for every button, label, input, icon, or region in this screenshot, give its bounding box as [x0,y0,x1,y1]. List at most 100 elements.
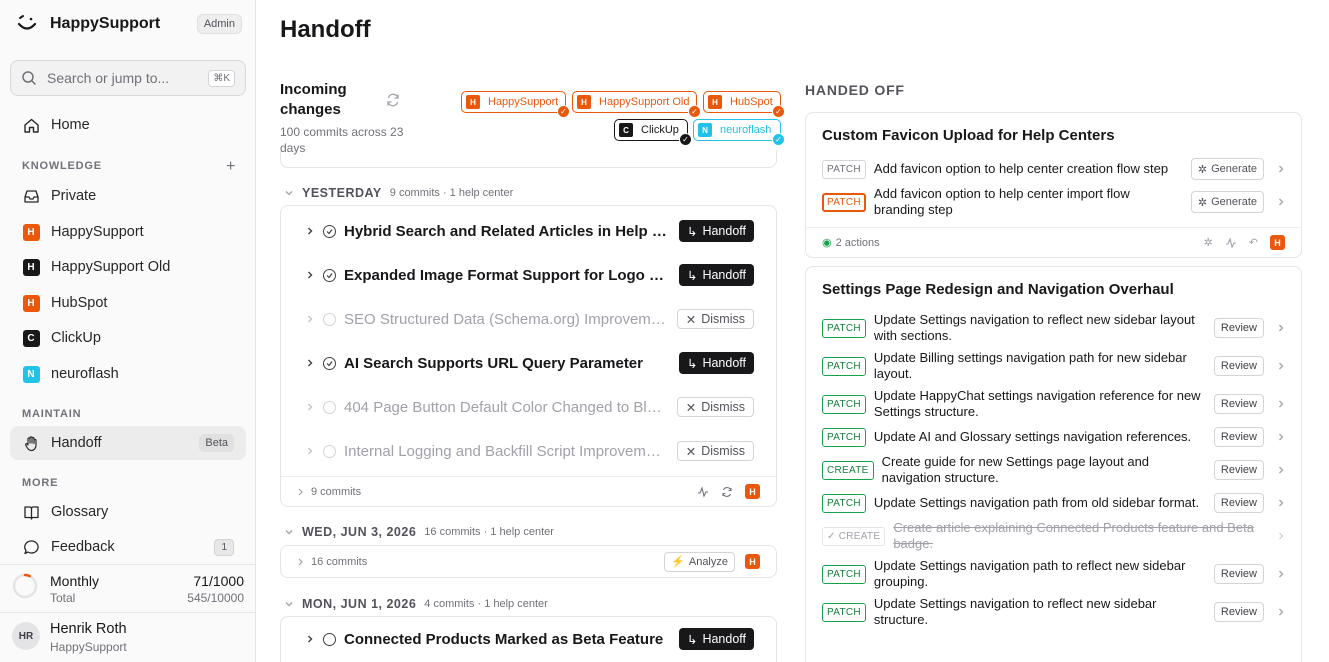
refresh-icon[interactable] [721,486,733,498]
review-button[interactable]: Review [1213,460,1264,480]
dismiss-button[interactable]: ✕ Dismiss [676,309,754,329]
sidebar-item-clickup[interactable]: C ClickUp [10,321,246,355]
chevron-right-icon[interactable] [1276,197,1286,207]
action-text: Update Settings navigation to reflect ne… [873,596,1157,627]
action-item[interactable]: PATCH Update AI and Glossary settings na… [822,427,1286,447]
sparkle-icon[interactable]: ✲ [1204,236,1213,249]
generate-button[interactable]: ✲ Generate [1190,191,1264,213]
happysupport-old-icon: H [577,95,591,109]
close-icon: ✕ [685,400,697,415]
circle-icon [323,400,336,414]
sidebar-item-happysupport-old[interactable]: H HappySupport Old [10,250,246,284]
handoff-button[interactable]: ↳ Handoff [678,628,754,650]
sidebar-item-label: HappySupport Old [51,259,171,275]
action-item[interactable]: PATCH Add favicon option to help center … [822,185,1286,219]
action-item[interactable]: PATCH Update Billing settings navigation… [822,349,1286,383]
activity-icon[interactable] [1225,236,1237,249]
handoff-button[interactable]: ↳ Handoff [678,264,754,286]
sidebar-item-label: Home [51,117,90,133]
action-item[interactable]: PATCH Update HappyChat settings navigati… [822,387,1286,421]
review-button[interactable]: Review [1213,427,1264,447]
source-chip-clickup[interactable]: C ClickUp ✓ [614,119,692,146]
chevron-right-icon [308,315,313,323]
sidebar-item-handoff[interactable]: Handoff Beta [10,426,246,460]
commit-count[interactable]: 16 commits [311,556,367,568]
action-item[interactable]: PATCH Update Settings navigation path fr… [822,493,1286,513]
card-title: Custom Favicon Upload for Help Centers [822,127,1115,144]
section-maintain: MAINTAIN [22,408,82,420]
review-button[interactable]: Review [1213,356,1264,376]
review-button[interactable]: Review [1213,564,1264,584]
user-menu[interactable]: HR Henrik Roth HappySupport [12,618,244,654]
day-header-yesterday[interactable]: YESTERDAY 9 commits · 1 help center [284,186,513,200]
dismiss-button[interactable]: ✕ Dismiss [676,397,754,417]
dismiss-button[interactable]: ✕ Dismiss [676,441,754,461]
chevron-right-icon[interactable] [1276,569,1286,579]
chevron-right-icon[interactable] [1276,531,1286,541]
list-item[interactable]: Expanded Image Format Support for Logo a… [281,253,776,297]
action-item[interactable]: PATCH Add favicon option to help center … [822,158,1286,180]
action-item[interactable]: PATCH Update Settings navigation to refl… [822,595,1286,629]
chevron-right-icon[interactable] [1276,432,1286,442]
section-more: MORE [22,477,59,489]
chevron-right-icon[interactable] [297,486,305,498]
create-tag: ✓ CREATE [822,526,886,546]
action-item-dismissed[interactable]: ✓ CREATE Create article explaining Connec… [822,519,1286,553]
chevron-right-icon[interactable] [1276,361,1286,371]
action-item[interactable]: CREATE Create guide for new Settings pag… [822,453,1286,487]
search-input[interactable]: Search or jump to... ⌘K [10,60,246,96]
review-button[interactable]: Review [1213,602,1264,622]
sidebar-item-hubspot[interactable]: H HubSpot [10,286,246,320]
sidebar-item-neuroflash[interactable]: N neuroflash [10,357,246,391]
chevron-down-icon [285,530,293,535]
analyze-button[interactable]: ⚡ Analyze [664,551,735,572]
list-item[interactable]: Connected Products Marked as Beta Featur… [281,617,776,661]
chevron-right-icon[interactable] [1276,164,1286,174]
chevron-right-icon[interactable] [297,556,305,568]
add-knowledge-icon[interactable]: + [226,158,235,176]
source-chip-happysupport-old[interactable]: H HappySupport Old ✓ [572,91,701,118]
sidebar-item-private[interactable]: Private [10,179,246,213]
list-item[interactable]: Internal Logging and Backfill Script Imp… [281,429,776,473]
chevron-right-icon[interactable] [1276,323,1286,333]
day-header-jun1[interactable]: MON, JUN 1, 2026 4 commits · 1 help cent… [284,597,548,611]
item-title: Hybrid Search and Related Articles in He… [344,222,671,240]
undo-icon[interactable]: ↶ [1249,236,1258,249]
refresh-icon[interactable] [386,93,400,107]
action-item[interactable]: PATCH Update Settings navigation to refl… [822,311,1286,345]
action-item[interactable]: PATCH Update Settings navigation path to… [822,557,1286,591]
commit-count[interactable]: 9 commits [311,486,361,498]
usage-meter[interactable]: Monthly Total 71/1000 545/10000 [12,570,244,606]
generate-button[interactable]: ✲ Generate [1190,158,1264,180]
handoff-button[interactable]: ↳ Handoff [678,220,754,242]
chevron-right-icon[interactable] [1276,465,1286,475]
chip-label: HubSpot [730,96,773,108]
beta-badge: Beta [199,434,234,452]
actions-count: 2 actions [835,236,880,249]
handoff-arrow-icon: ↳ [686,224,698,239]
sidebar-item-glossary[interactable]: Glossary [10,495,246,529]
check-circle-icon: ◉ [822,237,832,249]
day-meta: 9 commits · 1 help center [389,187,514,199]
day-header-jun3[interactable]: WED, JUN 3, 2026 16 commits · 1 help cen… [284,525,554,539]
chevron-right-icon[interactable] [1276,498,1286,508]
list-item[interactable]: SEO Structured Data (Schema.org) Improve… [281,297,776,341]
chevron-right-icon[interactable] [1276,399,1286,409]
sidebar-item-happysupport[interactable]: H HappySupport [10,215,246,249]
source-chip-hubspot[interactable]: H HubSpot ✓ [703,91,785,118]
review-button[interactable]: Review [1213,493,1264,513]
happysupport-icon: H [22,223,40,241]
review-button[interactable]: Review [1213,318,1264,338]
activity-icon[interactable] [697,485,709,498]
sidebar-item-feedback[interactable]: Feedback 1 [10,530,246,564]
review-button[interactable]: Review [1213,394,1264,414]
handoff-button[interactable]: ↳ Handoff [678,352,754,374]
chip-label: HappySupport Old [599,96,690,108]
source-chip-happysupport[interactable]: H HappySupport ✓ [461,91,570,118]
list-item[interactable]: AI Search Supports URL Query Parameter ↳… [281,341,776,385]
source-chip-neuroflash[interactable]: N neuroflash ✓ [693,119,785,146]
chevron-right-icon[interactable] [1276,607,1286,617]
list-item[interactable]: 404 Page Button Default Color Changed to… [281,385,776,429]
sidebar-item-home[interactable]: Home [10,108,246,142]
list-item[interactable]: Hybrid Search and Related Articles in He… [281,209,776,253]
